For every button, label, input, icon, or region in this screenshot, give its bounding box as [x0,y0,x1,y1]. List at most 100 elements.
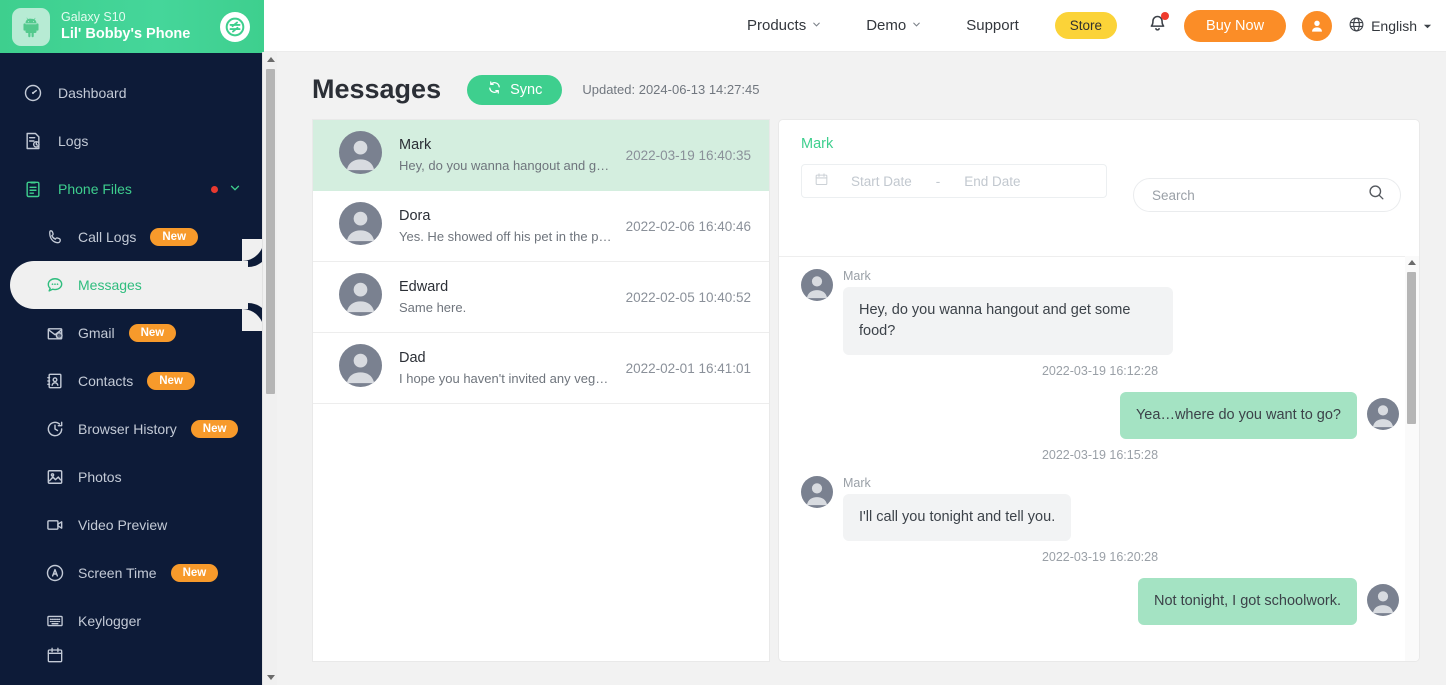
chat-scrollbar[interactable] [1405,256,1419,661]
sidebar-item-label: Video Preview [78,517,168,533]
chevron-down-icon[interactable] [228,181,242,198]
sidebar-item-label: Phone Files [58,181,132,197]
sidebar-item-gmail[interactable]: @ Gmail New [0,309,264,357]
chat-message-outgoing: Yea…where do you want to go? [801,392,1399,440]
nav-link-demo[interactable]: Demo [866,17,922,34]
nav-link-label: Demo [866,17,907,34]
history-icon [44,418,66,440]
message-body: Yea…where do you want to go? [1119,392,1357,440]
conversation-time: 2022-02-06 16:40:46 [625,218,751,234]
end-date-field[interactable]: End Date [964,174,1020,189]
unread-dot [211,185,218,193]
top-navbar: Products Demo Support Store Buy Now Engl… [264,0,1446,52]
search-input[interactable] [1152,187,1367,203]
chat-message-outgoing: Not tonight, I got schoolwork. [801,578,1399,626]
conversation-row[interactable]: Edward Same here. 2022-02-05 10:40:52 [313,262,769,333]
scroll-up-arrow[interactable] [1408,260,1416,265]
chat-message-list[interactable]: Mark Hey, do you wanna hangout and get s… [779,256,1419,661]
page-scrollbar[interactable] [262,52,277,685]
switch-device-icon[interactable] [220,11,250,42]
conversation-snippet: I hope you haven't invited any veget… [399,371,614,386]
notification-bell-icon[interactable] [1147,11,1170,39]
updated-timestamp: Updated: 2024-06-13 14:27:45 [582,82,760,97]
sync-button[interactable]: Sync [467,74,563,105]
chat-scrollbar-thumb[interactable] [1407,272,1416,424]
conversation-row[interactable]: Mark Hey, do you wanna hangout and get… … [313,120,769,191]
nav-link-label: Support [966,17,1019,34]
screen-time-icon [44,562,66,584]
sidebar-nav: Dashboard Logs Phone Files Call Logs New… [0,53,264,665]
avatar [339,202,382,250]
message-timestamp: 2022-03-19 16:15:28 [1041,448,1159,463]
new-badge: New [170,564,219,582]
sidebar-item-photos[interactable]: Photos [0,453,264,501]
sidebar-item-call-logs[interactable]: Call Logs New [0,213,264,261]
sidebar-item-partial[interactable] [0,645,264,665]
nav-link-products[interactable]: Products [747,17,822,34]
sidebar-item-contacts[interactable]: Contacts New [0,357,264,405]
store-button[interactable]: Store [1054,12,1118,39]
conversation-name: Mark [399,137,432,153]
page-title: Messages [312,74,442,104]
conversation-row[interactable]: Dora Yes. He showed off his pet in the p… [313,191,769,262]
keylogger-icon [44,610,66,632]
scroll-down-arrow[interactable] [267,675,275,680]
sidebar-item-label: Screen Time [78,565,157,581]
sidebar-item-video-preview[interactable]: Video Preview [0,501,264,549]
search-icon[interactable] [1367,183,1386,207]
app-root: Galaxy S10 Lil' Bobby's Phone Dashboard [0,0,1446,685]
language-selector[interactable]: English [1348,16,1432,36]
new-badge: New [150,228,199,246]
start-date-field[interactable]: Start Date [851,174,912,189]
conversation-name: Dad [399,350,426,366]
logs-icon [22,130,44,152]
messages-content: Mark Hey, do you wanna hangout and get… … [312,119,1446,662]
chat-message-incoming: Mark Hey, do you wanna hangout and get s… [801,269,1399,356]
user-avatar-icon[interactable] [1302,10,1333,41]
svg-text:@: @ [57,333,61,338]
sync-icon [487,80,502,99]
video-icon [44,514,66,536]
chevron-down-icon [811,17,822,34]
avatar [339,273,382,321]
conversation-time: 2022-02-05 10:40:52 [625,289,751,305]
sidebar-item-label: Browser History [78,421,177,437]
avatar [339,131,382,179]
sidebar: Galaxy S10 Lil' Bobby's Phone Dashboard [0,0,264,685]
sidebar-item-label: Contacts [78,373,134,389]
sidebar-item-label: Messages [78,277,142,293]
conversation-time: 2022-02-01 16:41:01 [625,360,751,376]
nav-link-support[interactable]: Support [966,17,1019,34]
conversation-row[interactable]: Dad I hope you haven't invited any veget… [313,333,769,404]
notification-dot [1161,11,1170,20]
sidebar-item-messages[interactable]: Messages [10,239,264,331]
device-header: Galaxy S10 Lil' Bobby's Phone [0,0,264,53]
conversation-list: Mark Hey, do you wanna hangout and get… … [312,119,770,662]
conversation-text: Dora Yes. He showed off his pet in the p… [399,208,626,244]
page-header: Messages Sync Updated: 2024-06-13 14:27:… [312,52,1446,105]
sidebar-item-keylogger[interactable]: Keylogger [0,597,264,645]
language-label: English [1371,17,1417,34]
buy-now-button[interactable]: Buy Now [1184,9,1287,42]
search-box[interactable] [1133,178,1401,212]
avatar [801,476,833,513]
sidebar-item-dashboard[interactable]: Dashboard [0,69,264,117]
sidebar-item-logs[interactable]: Logs [0,117,264,165]
sidebar-group-phone-files[interactable]: Phone Files [0,165,264,213]
page-scrollbar-thumb[interactable] [266,69,275,394]
sidebar-item-label: Logs [58,133,89,149]
sidebar-item-browser-history[interactable]: Browser History New [0,405,264,453]
avatar [339,344,382,392]
chevron-down-icon [911,17,922,34]
scroll-up-arrow[interactable] [267,57,275,62]
message-body: Mark Hey, do you wanna hangout and get s… [843,269,1173,356]
new-badge: New [190,420,239,438]
conversation-name: Dora [399,208,431,224]
date-range-filter[interactable]: Start Date - End Date [801,164,1107,198]
message-body: Mark I'll call you tonight and tell you. [843,476,1072,542]
sidebar-item-label: Call Logs [78,229,137,245]
sync-label: Sync [510,81,543,98]
contacts-icon [44,370,66,392]
sidebar-item-screen-time[interactable]: Screen Time New [0,549,264,597]
dashboard-icon [22,82,44,104]
